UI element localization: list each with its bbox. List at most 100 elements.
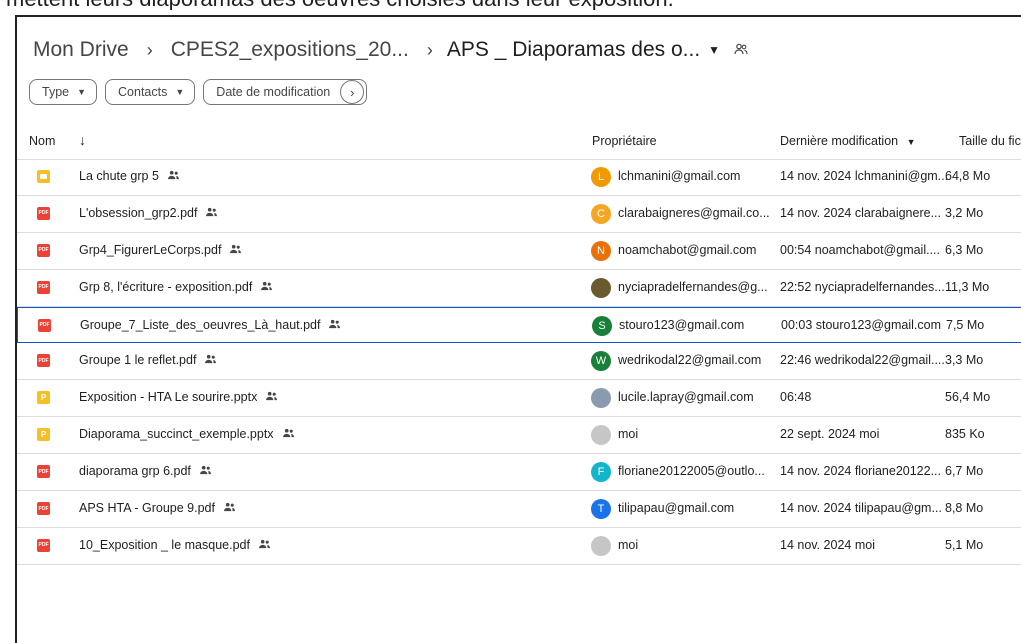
page-caption: mettent leurs diaporamas des oeuvres cho… [0, 0, 1021, 10]
shared-icon [328, 319, 341, 332]
pdf-icon: PDF [37, 538, 50, 552]
owner-avatar: L [591, 167, 611, 187]
file-name[interactable]: Diaporama_succinct_exemple.pptx [79, 427, 295, 441]
owner-email: moi [618, 427, 639, 442]
pptx-icon: P [37, 428, 50, 442]
owner-avatar: N [591, 240, 611, 261]
column-header-name[interactable]: Nom [29, 134, 55, 148]
breadcrumb-root[interactable]: Mon Drive [29, 36, 133, 64]
last-modified: 00:54 noamchabot@gmail.... [780, 242, 941, 257]
file-name-label: APS HTA - Groupe 9.pdf [79, 501, 215, 516]
file-list: La chute grp 5 Llchmanini@gmail.com 14 nov… [17, 159, 1021, 565]
type-filter-chip[interactable]: Type ▼ [29, 79, 98, 105]
chevron-right-icon: › [146, 39, 153, 60]
column-header-modified[interactable]: Dernière modification ▼ [780, 134, 916, 148]
file-name[interactable]: L'obsession_grp2.pdf [79, 206, 218, 220]
owner-email: lucile.lapray@gmail.com [618, 390, 754, 405]
file-size: 8,8 Mo [945, 501, 984, 516]
file-row[interactable]: La chute grp 5 Llchmanini@gmail.com 14 nov… [17, 159, 1021, 196]
file-size: 3,3 Mo [945, 353, 984, 368]
breadcrumb-parent[interactable]: CPES2_expositions_20... [167, 36, 413, 64]
file-name-label: Exposition - HTA Le sourire.pptx [79, 390, 258, 405]
file-name-label: L'obsession_grp2.pdf [79, 205, 198, 220]
file-name[interactable]: 10_Exposition _ le masque.pdf [79, 538, 271, 552]
modified-filter-chip[interactable]: Date de modification › [203, 79, 368, 105]
file-row[interactable]: PDF diaporama grp 6.pdf Ffloriane20122005@… [17, 454, 1021, 492]
caret-down-icon: ▼ [906, 137, 916, 147]
file-name[interactable]: Groupe 1 le reflet.pdf [79, 353, 217, 367]
pptx-icon: P [37, 391, 50, 405]
owner-avatar: F [591, 462, 611, 483]
shared-icon [223, 502, 236, 515]
pdf-icon: PDF [37, 354, 50, 368]
shared-icon [258, 539, 271, 552]
table-header: Nom ↓ Propriétaire Dernière modification… [17, 125, 1021, 160]
chevron-right-icon[interactable]: › [340, 80, 365, 104]
file-name[interactable]: Groupe_7_Liste_des_oeuvres_Là_haut.pdf [80, 318, 341, 332]
file-name-label: La chute grp 5 [79, 169, 159, 183]
file-row[interactable]: P Diaporama_succinct_exemple.pptx moi 22 se… [17, 417, 1021, 455]
last-modified: 22 sept. 2024 moi [780, 427, 880, 442]
drive-window: Mon Drive › CPES2_expositions_20... › AP… [15, 15, 1021, 643]
owner-email: nyciapradelfernandes@g... [618, 279, 768, 294]
caret-down-icon: ▼ [708, 43, 721, 57]
file-row[interactable]: PDF L'obsession_grp2.pdf Cclarabaigneres@g… [17, 196, 1021, 233]
breadcrumb-current-folder[interactable]: APS _ Diaporamas des o... ▼ [447, 38, 748, 62]
file-name-label: Groupe_7_Liste_des_oeuvres_Là_haut.pdf [80, 317, 321, 332]
owner-email: stouro123@gmail.com [619, 317, 745, 332]
file-row[interactable]: PDF Groupe 1 le reflet.pdf Wwedrikodal22@g… [17, 343, 1021, 381]
last-modified: 14 nov. 2024 moi [780, 537, 875, 552]
caret-down-icon: ▼ [175, 87, 185, 97]
file-row[interactable]: PDF Groupe_7_Liste_des_oeuvres_Là_haut.pd… [17, 306, 1021, 344]
shared-icon [204, 355, 217, 367]
file-row[interactable]: PDF Grp4_FigurerLeCorps.pdf Nnoamchabot@gm… [17, 233, 1021, 270]
last-modified: 14 nov. 2024 floriane20122... [780, 464, 942, 479]
file-size: 64,8 Mo [945, 169, 991, 183]
chevron-right-icon: › [426, 39, 433, 60]
file-size: 6,7 Mo [945, 464, 984, 479]
breadcrumb: Mon Drive › CPES2_expositions_20... › AP… [29, 33, 748, 67]
last-modified: 14 nov. 2024 tilipapau@gm... [780, 501, 942, 516]
type-filter-label: Type [42, 85, 70, 99]
owner-email: noamchabot@gmail.com [618, 242, 757, 257]
file-name[interactable]: diaporama grp 6.pdf [79, 464, 212, 478]
owner-avatar: T [591, 499, 611, 520]
pdf-icon: PDF [37, 243, 50, 257]
pdf-icon: PDF [37, 206, 50, 220]
file-row[interactable]: PDF 10_Exposition _ le masque.pdf moi 14 no… [17, 528, 1021, 565]
last-modified: 14 nov. 2024 lchmanini@gm... [780, 169, 949, 183]
owner-avatar: W [591, 351, 611, 372]
modified-header-label: Dernière modification [780, 134, 899, 148]
file-name[interactable]: La chute grp 5 [79, 169, 180, 183]
shared-icon [282, 429, 295, 441]
owner-avatar: S [592, 315, 612, 336]
last-modified: 22:46 wedrikodal22@gmail.... [780, 353, 945, 368]
owner-email: wedrikodal22@gmail.com [618, 353, 762, 368]
file-name-label: Groupe 1 le reflet.pdf [79, 353, 197, 368]
shared-icon [229, 244, 242, 257]
file-size: 56,4 Mo [945, 390, 991, 405]
file-size: 7,5 Mo [946, 317, 985, 332]
contacts-filter-label: Contacts [118, 85, 168, 99]
file-name[interactable]: APS HTA - Groupe 9.pdf [79, 501, 236, 515]
file-name-label: Grp4_FigurerLeCorps.pdf [79, 242, 222, 257]
owner-avatar [591, 277, 611, 298]
file-row[interactable]: PDF APS HTA - Groupe 9.pdf Ttilipapau@gmai… [17, 491, 1021, 528]
file-row[interactable]: PDF Grp 8, l'écriture - exposition.pdf nyc… [17, 270, 1021, 307]
file-size: 5,1 Mo [945, 537, 984, 552]
slides-icon [37, 170, 50, 183]
shared-icon [265, 392, 278, 404]
sort-arrow-down-icon[interactable]: ↓ [79, 132, 86, 148]
file-name[interactable]: Exposition - HTA Le sourire.pptx [79, 390, 278, 404]
shared-folder-icon [734, 43, 748, 58]
owner-avatar: C [591, 203, 611, 224]
owner-email: lchmanini@gmail.com [618, 169, 741, 183]
file-name[interactable]: Grp4_FigurerLeCorps.pdf [79, 243, 242, 257]
column-header-owner[interactable]: Propriétaire [592, 134, 657, 148]
contacts-filter-chip[interactable]: Contacts ▼ [105, 79, 196, 105]
file-name[interactable]: Grp 8, l'écriture - exposition.pdf [79, 280, 273, 294]
file-name-label: Diaporama_succinct_exemple.pptx [79, 427, 274, 442]
file-row[interactable]: P Exposition - HTA Le sourire.pptx lucile.… [17, 380, 1021, 418]
shared-icon [167, 170, 180, 183]
column-header-size[interactable]: Taille du fic [959, 134, 1021, 148]
